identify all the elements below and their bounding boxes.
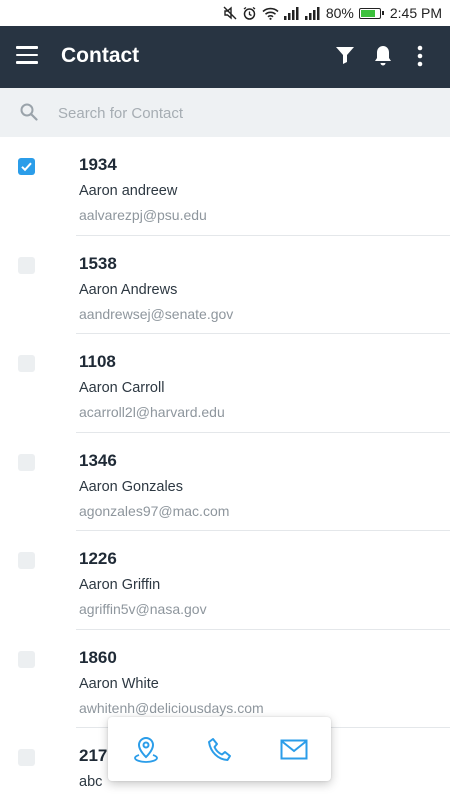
contact-id: 1860 (79, 647, 117, 667)
contact-email: agriffin5v@nasa.gov (79, 601, 207, 617)
phone-icon[interactable] (207, 737, 233, 763)
bell-icon[interactable] (373, 44, 393, 68)
signal-icon-2 (304, 6, 320, 20)
more-vert-icon[interactable] (416, 45, 424, 67)
search-bar (0, 88, 450, 137)
alarm-icon (243, 6, 256, 20)
contact-name: Aaron andreew (79, 183, 178, 199)
contact-name: Aaron Andrews (79, 281, 178, 298)
action-panel (108, 717, 331, 781)
contact-checkbox[interactable] (18, 453, 35, 471)
signal-icon (283, 6, 299, 20)
contact-id: 217 (79, 746, 108, 765)
search-input[interactable] (58, 98, 428, 128)
contact-row[interactable]: 1226 Aaron Griffin agriffin5v@nasa.gov (0, 531, 450, 630)
contact-row[interactable]: 1108 Aaron Carroll acarroll2l@harvard.ed… (0, 334, 450, 433)
contact-row[interactable]: 1934 Aaron andreew aalvarezpj@psu.edu (0, 137, 450, 236)
contact-name: Aaron White (79, 675, 159, 692)
contact-name: Aaron Gonzales (79, 478, 183, 495)
status-time: 2:45 PM (389, 5, 442, 21)
contact-checkbox[interactable] (18, 158, 35, 175)
contact-name: abc (79, 774, 103, 790)
contact-row[interactable]: 1538 Aaron Andrews aandrewsej@senate.gov (0, 236, 450, 334)
contact-checkbox[interactable] (18, 552, 35, 569)
contact-list: 1934 Aaron andreew aalvarezpj@psu.edu 15… (0, 137, 450, 800)
contact-email: awhitenh@deliciousdays.com (79, 699, 264, 716)
status-icons: 80% 2:45 PM (223, 4, 442, 22)
battery-fill (360, 9, 376, 17)
mute-icon (223, 6, 237, 20)
battery-icon (358, 7, 384, 19)
check-icon (21, 162, 32, 172)
contact-name: Aaron Griffin (79, 577, 161, 593)
page-title: Contact (61, 44, 140, 67)
contact-row[interactable]: 1860 Aaron White awhitenh@deliciousdays.… (0, 630, 450, 728)
location-pin-icon[interactable] (133, 736, 159, 764)
contact-row[interactable]: 1346 Aaron Gonzales agonzales97@mac.com (0, 433, 450, 531)
battery-percent: 80% (325, 5, 354, 21)
contact-id: 1226 (79, 549, 117, 568)
contact-checkbox[interactable] (18, 355, 35, 372)
contact-id: 1538 (79, 253, 117, 273)
contact-email: acarroll2l@harvard.edu (79, 404, 225, 420)
contact-id: 1346 (79, 450, 117, 470)
contact-id: 1108 (79, 352, 116, 371)
contact-checkbox[interactable] (18, 749, 35, 766)
contact-id: 1934 (79, 155, 117, 174)
app-bar: Contact (0, 26, 450, 88)
contact-email: agonzales97@mac.com (79, 502, 230, 519)
contact-email: aandrewsej@senate.gov (79, 305, 234, 322)
status-bar: 80% 2:45 PM (0, 0, 450, 26)
filter-icon[interactable] (335, 45, 355, 65)
wifi-icon (262, 7, 279, 20)
menu-icon[interactable] (16, 46, 38, 66)
search-icon (20, 103, 38, 121)
mail-icon[interactable] (280, 739, 308, 760)
contact-email: aalvarezpj@psu.edu (79, 207, 207, 223)
contact-checkbox[interactable] (18, 256, 35, 274)
contact-checkbox[interactable] (18, 650, 35, 668)
contact-name: Aaron Carroll (79, 380, 165, 396)
